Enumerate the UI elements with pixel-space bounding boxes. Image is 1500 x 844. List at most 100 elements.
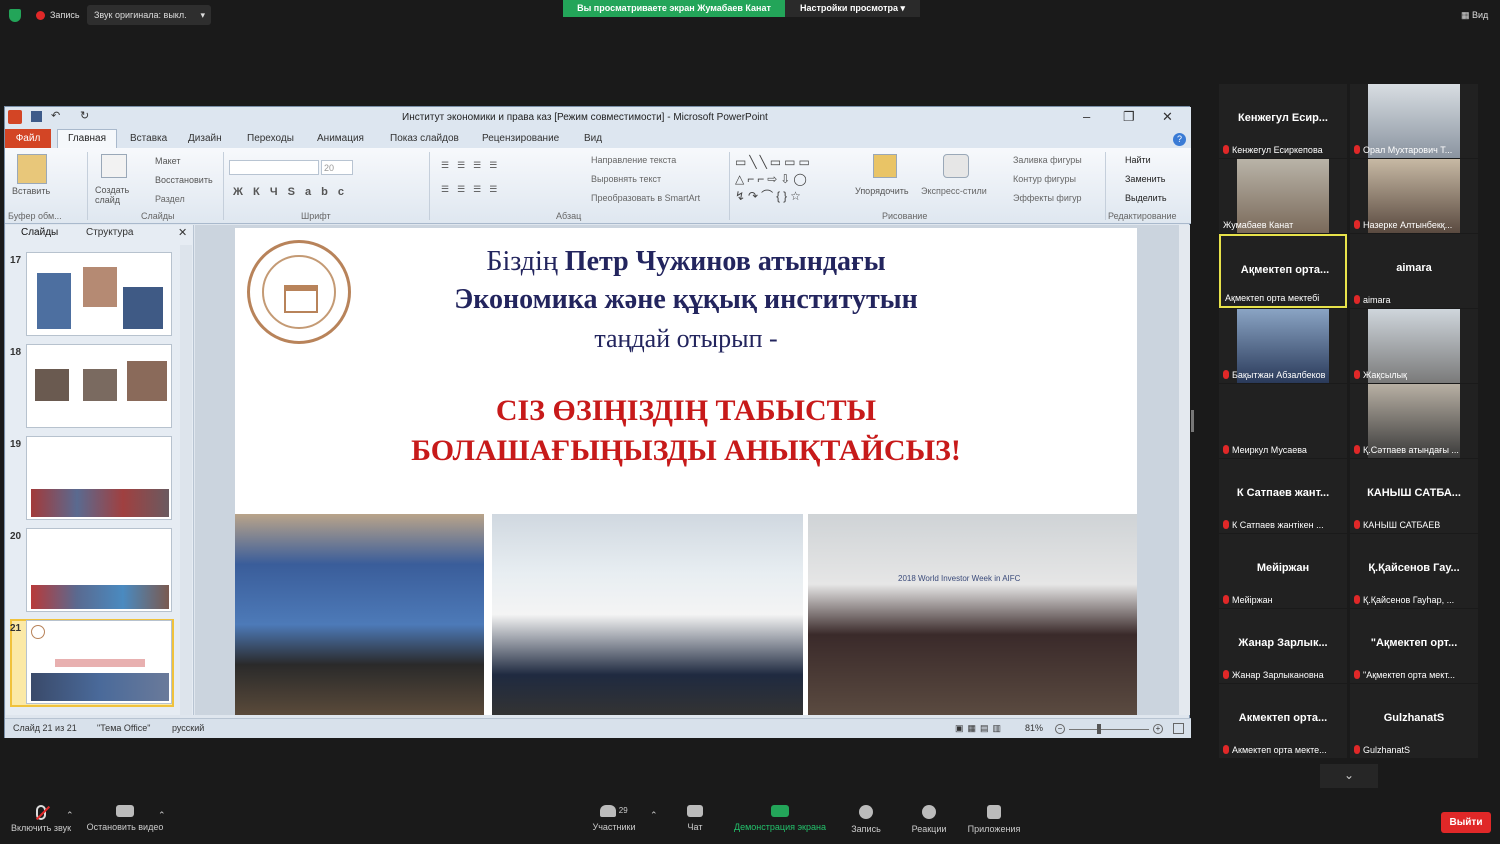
record-button[interactable]: Запись [848,805,884,834]
apps-icon [987,805,1001,819]
participant-tile[interactable]: Орал Мухтарович Т... [1350,84,1478,158]
slide-thumbnail[interactable] [26,528,172,612]
participant-display-name: GulzhanatS [1383,712,1445,724]
view-buttons[interactable]: ▣▦▤▥ [955,723,1005,734]
chevron-up-icon[interactable]: ⌃ [66,810,74,821]
chevron-up-icon[interactable]: ⌃ [158,810,166,821]
security-shield-icon[interactable] [9,9,21,22]
font-name-field[interactable] [229,160,319,175]
quick-styles-button[interactable]: Экспресс-стили [921,186,987,196]
tab-file[interactable]: Файл [5,129,51,148]
participant-tile[interactable]: Меиркул Мусаева [1219,384,1347,458]
font-size-field[interactable]: 20 [321,160,353,175]
participant-tile[interactable]: КАНЫШ САТБА... КАНЫШ САТБАЕВ [1350,459,1478,533]
participant-tile[interactable]: aimara aimara [1350,234,1478,308]
arrange-button[interactable]: Упорядочить [855,186,909,196]
save-icon[interactable] [31,111,42,122]
tab-home[interactable]: Главная [57,129,117,148]
align-text-button[interactable]: Выровнять текст [591,174,661,184]
slide-slogan-2: БОЛАШАҒЫҢЫЗДЫ АНЫҚТАЙСЫЗ! [411,434,961,467]
splitter-handle[interactable] [1191,410,1194,432]
align-buttons[interactable]: ☰☰☰☰ [441,184,505,195]
participants-button[interactable]: 29 Участники [588,805,640,832]
paste-button[interactable]: Вставить [12,186,50,196]
participant-tile[interactable]: Назерке Алтынбекқ... [1350,159,1478,233]
shapes-gallery[interactable]: ▭╲╲▭▭▭ △⌐⌐⇨⇩◯ ↯↷⌒{}☆ [735,154,845,206]
view-settings-button[interactable]: Настройки просмотра ▾ [785,0,920,17]
muted-mic-icon [1354,370,1360,379]
tab-slideshow[interactable]: Показ слайдов [390,133,459,144]
font-format-buttons[interactable]: ЖКЧSabc [233,186,354,198]
unmute-button[interactable]: Включить звук [8,805,74,833]
leave-button[interactable]: Выйти [1441,812,1491,833]
tab-outline[interactable]: Структура [86,227,133,238]
participant-tile[interactable]: Бақытжан Абзалбеков [1219,309,1347,383]
participant-tile[interactable]: GulzhanatS GulzhanatS [1350,684,1478,758]
view-button[interactable]: ▦ Вид [1461,10,1488,21]
arrange-icon[interactable] [873,154,897,178]
participant-tile[interactable]: Қ.Қайсенов Гау... Қ.Қайсенов Гауһар, ... [1350,534,1478,608]
zoom-in-icon[interactable]: + [1153,724,1163,734]
participant-tile[interactable]: Жанар Зарлык... Жанар Зарлыкановна [1219,609,1347,683]
list-buttons[interactable]: ☰☰☰☰ [441,160,505,171]
slide-thumbnail[interactable] [26,344,172,428]
participant-tile[interactable]: Кенжегул Есир... Кенжегул Есиркепова [1219,84,1347,158]
participant-tile[interactable]: Қ.Сәтпаев атындағы ... [1350,384,1478,458]
zoom-out-icon[interactable]: − [1055,724,1065,734]
tab-slides[interactable]: Слайды [21,227,58,238]
chat-button[interactable]: Чат [682,805,708,832]
slide-scrollbar[interactable] [1179,225,1190,715]
slide-thumbnail[interactable] [26,436,172,520]
stop-video-button[interactable]: Остановить видео [84,805,166,832]
new-slide-button[interactable]: Создать слайд [95,185,135,205]
shape-fill-button[interactable]: Заливка фигуры [1013,155,1082,165]
restore-icon[interactable]: ❐ [1123,109,1135,125]
shape-outline-button[interactable]: Контур фигуры [1013,174,1076,184]
shape-effects-button[interactable]: Эффекты фигур [1013,193,1082,203]
share-screen-button[interactable]: Демонстрация экрана [730,805,830,832]
tab-animation[interactable]: Анимация [317,133,364,144]
paste-icon[interactable] [17,154,47,184]
restore-button[interactable]: Восстановить [155,175,213,185]
close-panel-icon[interactable]: ✕ [178,226,187,239]
tab-review[interactable]: Рецензирование [482,133,559,144]
participant-tile[interactable]: Акмектеп орта... Акмектеп орта мекте... [1219,684,1347,758]
slide-thumbnail-current[interactable] [26,620,172,704]
quick-styles-icon[interactable] [943,154,969,178]
tab-insert[interactable]: Вставка [130,133,167,144]
reactions-button[interactable]: Реакции [908,805,950,834]
participant-tile[interactable]: Жумабаев Канат [1219,159,1347,233]
new-slide-icon[interactable] [101,154,127,178]
apps-button[interactable]: Приложения [964,805,1024,834]
fit-slide-icon[interactable] [1173,723,1184,734]
find-button[interactable]: Найти [1125,155,1151,165]
close-icon[interactable]: ✕ [1162,109,1173,125]
help-icon[interactable]: ? [1173,133,1186,146]
gallery-next-icon[interactable]: ⌄ [1320,764,1378,788]
participant-label-text: "Ақмектеп орта мект... [1363,670,1455,680]
panel-scrollbar[interactable] [180,245,192,715]
participant-tile[interactable]: Мейіржан Мейіржан [1219,534,1347,608]
tab-transitions[interactable]: Переходы [247,133,294,144]
smartart-button[interactable]: Преобразовать в SmartArt [591,193,700,203]
text-direction-button[interactable]: Направление текста [591,155,676,165]
chevron-up-icon[interactable]: ⌃ [650,810,658,821]
slide-canvas[interactable]: Біздің Петр Чужинов атындағы Экономика ж… [235,228,1137,715]
participant-tile[interactable]: Ақмектеп орта... Ақмектеп орта мектебі [1219,234,1347,308]
layout-button[interactable]: Макет [155,156,180,166]
participant-tile[interactable]: К Сатпаев жант... К Сатпаев жантікен ... [1219,459,1347,533]
zoom-slider-thumb[interactable] [1097,724,1101,734]
participant-tile[interactable]: Жақсылық [1350,309,1478,383]
tab-design[interactable]: Дизайн [188,133,222,144]
redo-icon[interactable]: ↻ [80,109,89,122]
original-sound-dropdown[interactable]: Звук оригинала: выкл. ▾ [87,5,211,25]
participant-tile[interactable]: "Ақмектеп орт... "Ақмектеп орта мект... [1350,609,1478,683]
slide-thumbnail[interactable] [26,252,172,336]
zoom-slider[interactable] [1069,729,1149,730]
minimize-icon[interactable]: – [1083,109,1090,124]
undo-icon[interactable]: ↶ [51,109,60,122]
tab-view[interactable]: Вид [584,133,602,144]
section-button[interactable]: Раздел [155,194,185,204]
select-button[interactable]: Выделить [1125,193,1167,203]
replace-button[interactable]: Заменить [1125,174,1165,184]
